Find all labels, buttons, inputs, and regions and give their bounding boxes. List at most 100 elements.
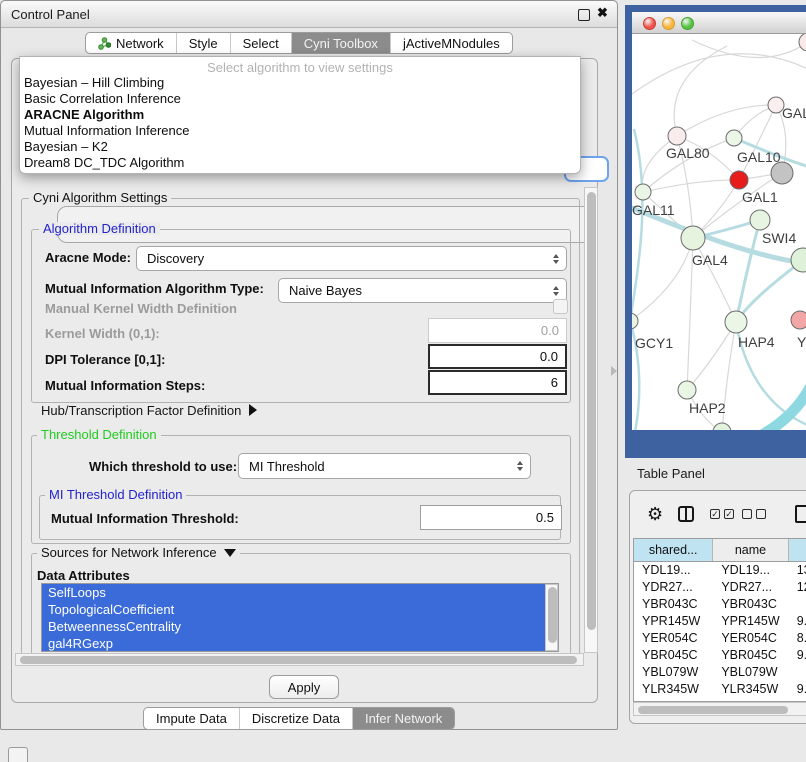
sources-title: Sources for Network Inference xyxy=(41,545,217,560)
network-node-gal10[interactable] xyxy=(726,130,742,146)
network-edge xyxy=(632,54,806,94)
settings-vscrollbar[interactable] xyxy=(584,187,598,653)
table-row[interactable]: YPR145WYPR145W9. xyxy=(634,613,806,630)
table-header-row: shared...nameA xyxy=(634,539,806,562)
table-cell: YDR27... xyxy=(713,579,788,596)
table-row[interactable]: YBR043CYBR043C xyxy=(634,596,806,613)
cyni-bottom-tabs: Impute DataDiscretize Data Infer Network xyxy=(143,707,455,730)
table-row[interactable]: YDL19...YDL19...13 xyxy=(634,562,806,579)
network-node[interactable] xyxy=(799,34,806,51)
table-row[interactable]: YBR045CYBR045C9. xyxy=(634,647,806,664)
sources-toggle[interactable]: Sources for Network Inference xyxy=(37,546,240,559)
tab-infer-network[interactable]: Infer Network xyxy=(352,708,454,729)
tab-label: jActiveMNodules xyxy=(403,36,500,51)
attributes-scrollbar[interactable] xyxy=(545,584,558,651)
table-row[interactable]: YDR27...YDR27...12 xyxy=(634,579,806,596)
tab-impute-data[interactable]: Impute Data xyxy=(144,708,239,729)
network-node-gal80[interactable] xyxy=(668,127,686,145)
close-window-button[interactable] xyxy=(643,17,656,30)
attribute-item-selfloops[interactable]: SelfLoops xyxy=(42,584,545,601)
algorithm-list: Bayesian – Hill ClimbingBasic Correlatio… xyxy=(20,75,580,171)
network-node-gal4[interactable] xyxy=(681,226,705,250)
attributes-scrollbar-thumb[interactable] xyxy=(548,587,557,643)
column-header-shared[interactable]: shared... xyxy=(634,539,713,561)
minimize-window-button[interactable] xyxy=(662,17,675,30)
settings-vscrollbar-thumb[interactable] xyxy=(587,192,596,630)
network-edge xyxy=(632,129,642,321)
manual-kernel-label: Manual Kernel Width Definition xyxy=(45,301,237,316)
table-row[interactable]: YER054CYER054C8. xyxy=(634,630,806,647)
tab-style[interactable]: Style xyxy=(176,33,230,53)
network-node-gal11[interactable] xyxy=(635,184,651,200)
table-hscrollbar-thumb[interactable] xyxy=(638,706,788,714)
algorithm-option-basic-correlation-inference[interactable]: Basic Correlation Inference xyxy=(20,91,580,107)
algorithm-option-aracne-algorithm[interactable]: ARACNE Algorithm xyxy=(20,107,580,123)
select-all-icon[interactable]: ✓✓ xyxy=(710,509,734,519)
settings-scrollpane: Cyni Algorithm Settings Algorithm Defini… xyxy=(15,187,584,653)
attribute-items: SelfLoopsTopologicalCoefficientBetweenne… xyxy=(42,584,545,652)
tab-label: Cyni Toolbox xyxy=(304,36,378,51)
table-row[interactable]: YJL052CYJL052C9 xyxy=(634,698,806,701)
deselect-all-icon[interactable] xyxy=(742,509,766,519)
data-attributes-label: Data Attributes xyxy=(37,568,130,583)
apply-button[interactable]: Apply xyxy=(269,675,339,699)
network-node[interactable] xyxy=(713,423,731,430)
algorithm-option-bayesian-hill-climbing[interactable]: Bayesian – Hill Climbing xyxy=(20,75,580,91)
attribute-item-gal4rgexp[interactable]: gal4RGexp xyxy=(42,635,545,652)
tab-discretize-data[interactable]: Discretize Data xyxy=(239,708,352,729)
algorithm-option-dream8-dc-tdc-algorithm[interactable]: Dream8 DC_TDC Algorithm xyxy=(20,155,580,171)
node-attribute-table: shared...nameA YDL19...YDL19...13YDR27..… xyxy=(633,538,806,702)
group-title: Cyni Algorithm Settings xyxy=(29,191,171,204)
tab-network[interactable]: Network xyxy=(86,33,176,53)
manual-kernel-checkbox[interactable] xyxy=(553,299,568,314)
network-node-gal1[interactable] xyxy=(730,171,748,189)
algorithm-option-bayesian-k2[interactable]: Bayesian – K2 xyxy=(20,139,580,155)
column-header-name[interactable]: name xyxy=(713,539,788,561)
network-window-titlebar[interactable] xyxy=(632,12,806,34)
hub-definition-toggle[interactable]: Hub/Transcription Factor Definition xyxy=(41,403,257,418)
panel-splitter-arrow[interactable] xyxy=(611,366,617,376)
network-node-y[interactable] xyxy=(791,311,806,329)
table-row[interactable]: YLR345WYLR345W9. xyxy=(634,681,806,698)
attribute-item-betweennesscentrality[interactable]: BetweennessCentrality xyxy=(42,618,545,635)
kernel-width-input[interactable]: 0.0 xyxy=(428,318,567,343)
export-table-icon[interactable] xyxy=(795,505,806,523)
close-icon[interactable]: ✖ xyxy=(597,5,608,21)
float-window-icon[interactable] xyxy=(578,9,590,21)
table-hscrollbar[interactable] xyxy=(633,702,806,716)
docked-panel-icon[interactable] xyxy=(8,747,28,762)
table-cell: 9. xyxy=(789,647,806,664)
mi-type-value: Naive Bayes xyxy=(289,283,362,298)
aracne-mode-combo[interactable]: Discovery xyxy=(136,246,567,271)
network-edge xyxy=(687,322,736,390)
network-graph[interactable]: GALGAL80GAL10GAL1GAL11SWI4GAL4GCY1HAP4YH… xyxy=(632,34,806,430)
network-edge xyxy=(643,180,739,192)
tab-label: Infer Network xyxy=(365,711,442,726)
settings-hscrollbar-thumb[interactable] xyxy=(20,656,577,664)
kernel-width-label: Kernel Width (0,1): xyxy=(45,326,160,341)
tab-select[interactable]: Select xyxy=(230,33,291,53)
settings-hscrollbar[interactable] xyxy=(15,653,584,666)
column-manager-icon[interactable] xyxy=(678,506,694,522)
network-node-swi4[interactable] xyxy=(750,210,770,230)
table-cell: YBR045C xyxy=(634,647,713,664)
control-panel-titlebar[interactable]: Control Panel ✖ xyxy=(1,1,617,28)
tab-jactivemnodules[interactable]: jActiveMNodules xyxy=(390,33,512,53)
mi-threshold-input[interactable]: 0.5 xyxy=(420,505,562,530)
algorithm-option-mutual-information-inference[interactable]: Mutual Information Inference xyxy=(20,123,580,139)
tab-cyni-toolbox[interactable]: Cyni Toolbox xyxy=(291,33,390,53)
control-panel-window: Control Panel ✖ NetworkStyleSelect Cyni T… xyxy=(0,0,618,730)
gear-icon[interactable]: ⚙ xyxy=(647,505,663,523)
column-header-a[interactable]: A xyxy=(789,539,806,561)
network-node-hap4[interactable] xyxy=(725,311,747,333)
zoom-window-button[interactable] xyxy=(681,17,694,30)
mi-type-combo[interactable]: Naive Bayes xyxy=(278,278,567,303)
dpi-tolerance-input[interactable]: 0.0 xyxy=(428,344,567,369)
network-node[interactable] xyxy=(771,162,793,184)
network-node-hap2[interactable] xyxy=(678,381,696,399)
table-row[interactable]: YBL079WYBL079W xyxy=(634,664,806,681)
attribute-item-topologicalcoefficient[interactable]: TopologicalCoefficient xyxy=(42,601,545,618)
network-view-canvas[interactable]: GALGAL80GAL10GAL1GAL11SWI4GAL4GCY1HAP4YH… xyxy=(632,34,806,430)
mi-steps-input[interactable]: 6 xyxy=(428,370,567,395)
which-threshold-combo[interactable]: MI Threshold xyxy=(238,453,531,479)
